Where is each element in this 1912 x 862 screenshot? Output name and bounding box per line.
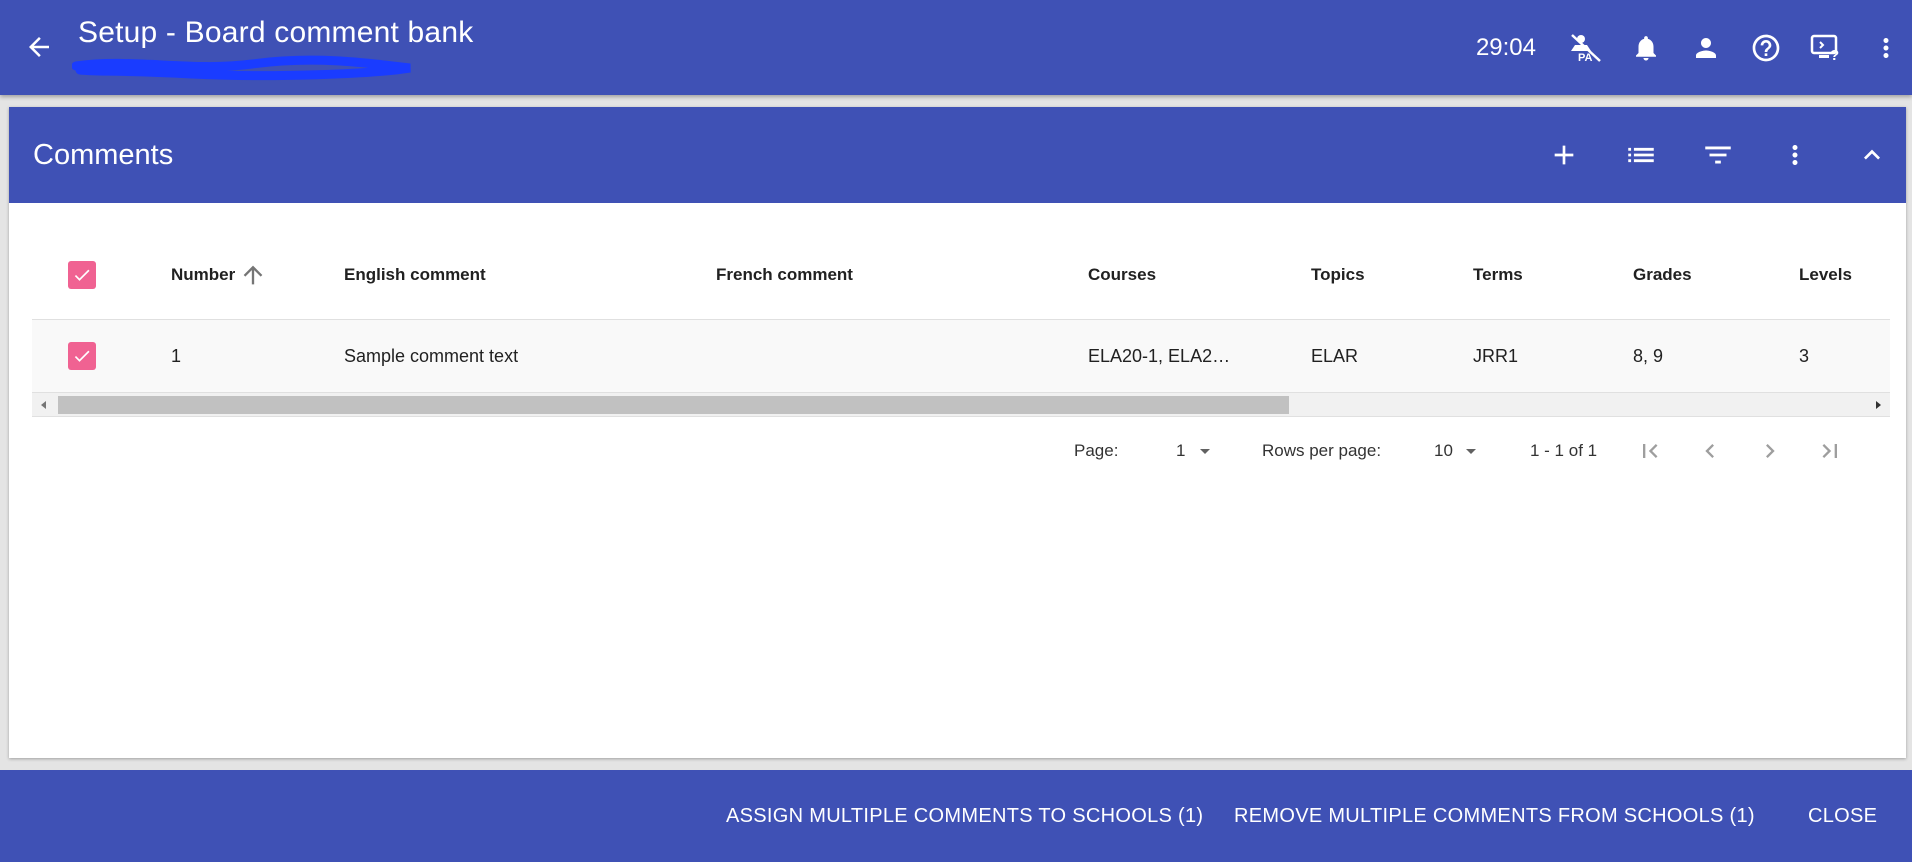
person-icon — [1696, 37, 1716, 58]
footer-action-bar: ASSIGN MULTIPLE COMMENTS TO SCHOOLS (1) … — [0, 770, 1912, 862]
check-icon — [74, 269, 90, 281]
first-page-icon — [1643, 444, 1658, 458]
column-header-grades[interactable]: Grades — [1633, 231, 1692, 319]
close-button[interactable]: CLOSE — [1808, 770, 1877, 862]
back-button[interactable] — [15, 23, 63, 71]
notifications-button[interactable] — [1622, 24, 1670, 72]
list-icon — [1628, 147, 1654, 163]
previous-page-button[interactable] — [1696, 423, 1724, 479]
column-header-label: Terms — [1473, 265, 1523, 284]
horizontal-scrollbar[interactable] — [32, 393, 1890, 417]
top-app-bar: Setup - Board comment bank 29:04 PA ? — [0, 0, 1912, 95]
sort-ascending-icon — [243, 265, 263, 285]
comments-table: Number English comment French comment Co… — [32, 231, 1890, 417]
column-list-button[interactable] — [1617, 131, 1665, 179]
arrow-back-icon — [29, 37, 49, 57]
next-page-button[interactable] — [1756, 423, 1784, 479]
row-checkbox[interactable] — [68, 342, 96, 370]
add-icon — [1554, 145, 1574, 165]
remove-comments-button[interactable]: REMOVE MULTIPLE COMMENTS FROM SCHOOLS (1… — [1234, 770, 1755, 862]
column-header-label: French comment — [716, 265, 853, 284]
more-options-button[interactable] — [1862, 24, 1910, 72]
select-all-cell — [68, 231, 96, 319]
cell-english-comment: Sample comment text — [344, 345, 519, 366]
filter-icon — [1705, 146, 1731, 164]
pagination-bar: Page: 1 Rows per page: 10 1 - 1 of 1 — [32, 423, 1890, 479]
column-header-topics[interactable]: Topics — [1311, 231, 1365, 319]
column-header-label: Grades — [1633, 265, 1692, 284]
collapse-button[interactable] — [1848, 131, 1896, 179]
card-title: Comments — [33, 138, 174, 171]
account-button[interactable] — [1682, 24, 1730, 72]
page-title: Setup - Board comment bank — [78, 16, 474, 49]
column-header-levels[interactable]: Levels — [1799, 231, 1852, 319]
column-header-label: Number — [171, 265, 236, 284]
chevron-left-icon — [1705, 444, 1714, 458]
card-header: Comments — [9, 107, 1906, 203]
column-header-label: Topics — [1311, 265, 1365, 284]
card-actions — [1511, 107, 1896, 203]
cell-topics: ELAR — [1311, 345, 1359, 366]
pa-toggle-button[interactable]: PA — [1562, 24, 1610, 72]
last-page-button[interactable] — [1816, 423, 1844, 479]
column-header-label: English comment — [344, 265, 486, 284]
cell-number: 1 — [171, 345, 182, 366]
last-page-icon — [1822, 444, 1837, 458]
row-select-cell — [68, 320, 96, 392]
column-header-english-comment[interactable]: English comment — [344, 231, 486, 319]
bell-icon — [1636, 35, 1656, 60]
add-comment-button[interactable] — [1540, 131, 1588, 179]
rows-per-page-select[interactable]: 10 — [1434, 423, 1483, 479]
cell-courses: ELA20-1, ELA2… — [1088, 345, 1231, 366]
check-icon — [74, 350, 90, 362]
page-label: Page: — [1074, 441, 1119, 460]
select-all-checkbox[interactable] — [68, 261, 96, 289]
screen-help-button[interactable]: ? — [1802, 24, 1850, 72]
scroll-right-icon[interactable] — [1872, 399, 1884, 411]
page-select-value: 1 — [1176, 441, 1186, 460]
screen-help-icon: ? — [1810, 34, 1839, 63]
cell-grades: 8, 9 — [1633, 345, 1664, 366]
more-vert-icon — [1883, 37, 1889, 58]
cell-levels: 3 — [1799, 345, 1810, 366]
filter-button[interactable] — [1694, 131, 1742, 179]
rows-per-page-value: 10 — [1434, 441, 1453, 460]
column-header-label: Levels — [1799, 265, 1852, 284]
column-header-french-comment[interactable]: French comment — [716, 231, 853, 319]
redaction-scribble — [72, 55, 411, 81]
assign-comments-button[interactable]: ASSIGN MULTIPLE COMMENTS TO SCHOOLS (1) — [726, 770, 1203, 862]
column-header-terms[interactable]: Terms — [1473, 231, 1523, 319]
chevron-right-icon — [1766, 444, 1775, 458]
dropdown-arrow-icon — [1465, 449, 1476, 454]
table-header-row: Number English comment French comment Co… — [32, 231, 1890, 320]
svg-text:?: ? — [1830, 47, 1839, 63]
pa-off-icon: PA — [1571, 33, 1601, 63]
card-more-button[interactable] — [1771, 131, 1819, 179]
table-row[interactable]: 1 Sample comment text ELA20-1, ELA2… ELA… — [32, 320, 1890, 393]
cell-terms: JRR1 — [1473, 345, 1519, 366]
chevron-up-icon — [1864, 149, 1880, 160]
dropdown-arrow-icon — [1200, 449, 1211, 454]
scrollbar-thumb[interactable] — [58, 396, 1289, 414]
rows-per-page-label: Rows per page: — [1262, 441, 1382, 460]
column-header-label: Courses — [1088, 265, 1157, 284]
column-header-courses[interactable]: Courses — [1088, 231, 1156, 319]
page-select[interactable]: 1 — [1176, 423, 1217, 479]
page-range: 1 - 1 of 1 — [1530, 441, 1598, 460]
help-button[interactable] — [1742, 24, 1790, 72]
first-page-button[interactable] — [1636, 423, 1664, 479]
scroll-left-icon[interactable] — [38, 399, 50, 411]
comments-card: Comments Number English comment French c… — [9, 107, 1906, 758]
session-timer: 29:04 — [1475, 33, 1536, 61]
help-circle-icon — [1752, 34, 1780, 61]
more-vert-icon — [1792, 145, 1798, 165]
column-header-number[interactable]: Number — [171, 231, 267, 319]
top-actions: 29:04 PA ? — [1476, 0, 1912, 95]
